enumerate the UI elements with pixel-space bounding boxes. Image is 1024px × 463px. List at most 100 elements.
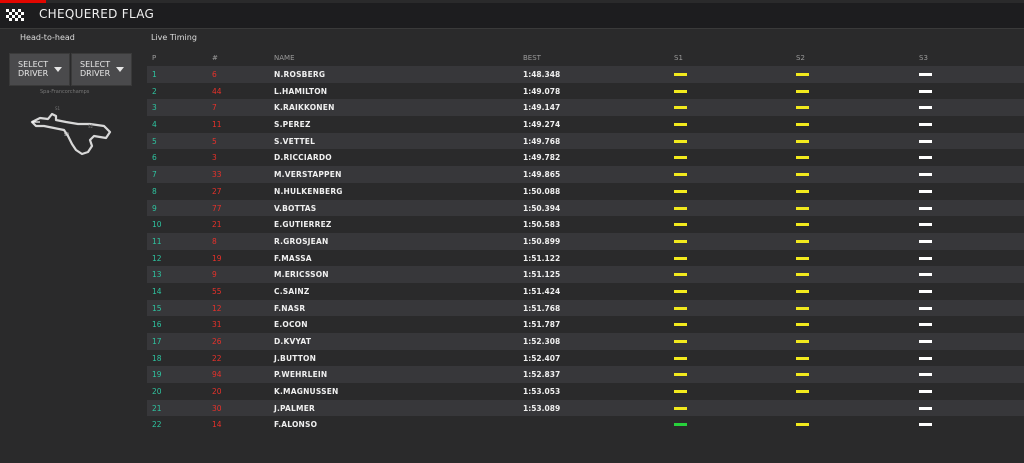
left-panel: Head-to-head SELECT DRIVER SELECT DRIVER… xyxy=(0,30,140,463)
table-row[interactable]: 1 6 N.ROSBERG 1:48.348 xyxy=(147,66,1024,83)
table-row[interactable]: 12 19 F.MASSA 1:51.122 xyxy=(147,249,1024,267)
row-driver-name: P.WEHRLEIN xyxy=(274,370,328,380)
sector-s3-indicator xyxy=(919,139,932,143)
sector-s3-indicator xyxy=(919,306,932,310)
sector-s3-indicator xyxy=(919,390,932,394)
sector-s1-indicator xyxy=(674,256,687,260)
table-row[interactable]: 4 11 S.PEREZ 1:49.274 xyxy=(147,116,1024,133)
sector-s1-indicator xyxy=(674,73,687,76)
sector-s2-indicator xyxy=(796,189,809,193)
chevron-down-icon xyxy=(54,67,62,72)
row-number: 33 xyxy=(212,170,222,180)
table-row[interactable]: 22 14 F.ALONSO xyxy=(147,416,1024,434)
table-row[interactable]: 21 30 J.PALMER 1:53.089 xyxy=(147,399,1024,417)
sector-s2-indicator xyxy=(796,73,809,76)
row-best-time: 1:51.424 xyxy=(523,286,561,296)
row-position: 3 xyxy=(152,103,157,113)
row-best-time: 1:48.348 xyxy=(523,70,561,79)
row-position: 22 xyxy=(152,420,162,430)
table-row[interactable]: 19 94 P.WEHRLEIN 1:52.837 xyxy=(147,366,1024,384)
table-row[interactable]: 3 7 K.RAIKKONEN 1:49.147 xyxy=(147,99,1024,117)
sector-s2-indicator xyxy=(796,289,809,293)
track-label-s2: S2 xyxy=(88,124,94,129)
select-driver-1-label: SELECT DRIVER xyxy=(18,60,49,78)
table-row[interactable]: 8 27 N.HULKENBERG 1:50.088 xyxy=(147,182,1024,200)
row-number: 8 xyxy=(212,236,217,246)
row-best-time: 1:53.053 xyxy=(523,387,561,397)
row-number: 5 xyxy=(212,136,217,146)
sector-s2-indicator xyxy=(796,356,809,360)
head-to-head-label: Head-to-head xyxy=(20,33,75,42)
row-best-time: 1:50.899 xyxy=(523,236,561,246)
table-row[interactable]: 14 55 C.SAINZ 1:51.424 xyxy=(147,282,1024,300)
table-row[interactable]: 10 21 E.GUTIERREZ 1:50.583 xyxy=(147,216,1024,233)
row-driver-name: J.BUTTON xyxy=(274,353,317,363)
row-number: 27 xyxy=(212,186,222,196)
sector-s1-indicator xyxy=(674,356,687,360)
table-row[interactable]: 2 44 L.HAMILTON 1:49.078 xyxy=(147,82,1024,100)
sector-s1-indicator xyxy=(674,273,687,277)
table-row[interactable]: 15 12 F.NASR 1:51.768 xyxy=(147,299,1024,317)
sector-s3-indicator xyxy=(919,73,932,76)
row-driver-name: K.MAGNUSSEN xyxy=(274,387,339,397)
table-row[interactable]: 5 5 S.VETTEL 1:49.768 xyxy=(147,132,1024,150)
table-row[interactable]: 17 26 D.KVYAT 1:52.308 xyxy=(147,333,1024,350)
table-row[interactable]: 11 8 R.GROSJEAN 1:50.899 xyxy=(147,232,1024,250)
row-position: 13 xyxy=(152,270,162,280)
table-row[interactable]: 20 20 K.MAGNUSSEN 1:53.053 xyxy=(147,383,1024,400)
track-label-s1: S1 xyxy=(55,106,61,111)
row-driver-name: F.MASSA xyxy=(274,253,312,263)
header-s2: S2 xyxy=(796,54,805,62)
chevron-down-icon xyxy=(116,67,124,72)
sector-s3-indicator xyxy=(919,123,932,127)
select-driver-2-button[interactable]: SELECT DRIVER xyxy=(71,53,132,86)
sector-s1-indicator xyxy=(674,390,687,394)
row-number: 6 xyxy=(212,70,217,79)
row-best-time: 1:53.089 xyxy=(523,403,561,413)
sector-s1-indicator xyxy=(674,89,687,93)
row-best-time: 1:51.787 xyxy=(523,320,561,330)
sector-s3-indicator xyxy=(919,156,932,160)
row-position: 4 xyxy=(152,120,157,130)
row-driver-name: D.KVYAT xyxy=(274,337,312,346)
sector-s3-indicator xyxy=(919,340,932,343)
sector-s3-indicator xyxy=(919,106,932,110)
sector-s2-indicator xyxy=(796,273,809,277)
table-body: 1 6 N.ROSBERG 1:48.348 2 44 L.HAMILTON 1:49.078… xyxy=(147,66,1024,434)
table-row[interactable]: 6 3 D.RICCIARDO 1:49.782 xyxy=(147,149,1024,167)
header-number: # xyxy=(212,54,218,62)
row-driver-name: M.ERICSSON xyxy=(274,270,329,280)
sector-s2-indicator xyxy=(796,89,809,93)
chequered-flag-icon xyxy=(6,9,24,21)
sector-s3-indicator xyxy=(919,289,932,293)
sector-s2-indicator xyxy=(796,173,809,177)
row-position: 8 xyxy=(152,186,157,196)
table-row[interactable]: 13 9 M.ERICSSON 1:51.125 xyxy=(147,266,1024,283)
row-driver-name: E.GUTIERREZ xyxy=(274,220,332,230)
select-driver-1-button[interactable]: SELECT DRIVER xyxy=(9,53,70,86)
table-row[interactable]: 18 22 J.BUTTON 1:52.407 xyxy=(147,349,1024,367)
table-header: P # NAME BEST S1 S2 S3 xyxy=(147,50,1024,66)
row-driver-name: S.PEREZ xyxy=(274,120,311,130)
table-row[interactable]: 16 31 E.OCON 1:51.787 xyxy=(147,316,1024,333)
sector-s2-indicator xyxy=(796,239,809,243)
row-driver-name: M.VERSTAPPEN xyxy=(274,170,342,180)
table-row[interactable]: 7 33 M.VERSTAPPEN 1:49.865 xyxy=(147,166,1024,183)
row-driver-name: J.PALMER xyxy=(274,403,315,413)
table-row[interactable]: 9 77 V.BOTTAS 1:50.394 xyxy=(147,199,1024,217)
row-number: 55 xyxy=(212,286,222,296)
sector-s1-indicator xyxy=(674,189,687,193)
row-position: 10 xyxy=(152,220,162,230)
row-position: 2 xyxy=(152,86,157,96)
sector-s1-indicator xyxy=(674,139,687,143)
row-position: 9 xyxy=(152,203,157,213)
sector-s1-indicator xyxy=(674,323,687,327)
sector-s3-indicator xyxy=(919,239,932,243)
row-number: 21 xyxy=(212,220,222,230)
header-s1: S1 xyxy=(674,54,683,62)
sector-s3-indicator xyxy=(919,173,932,177)
app-title: CHEQUERED FLAG xyxy=(39,7,155,21)
row-position: 17 xyxy=(152,337,162,346)
row-best-time: 1:49.147 xyxy=(523,103,561,113)
timing-table: P # NAME BEST S1 S2 S3 1 6 N.ROSBERG 1:48.3… xyxy=(147,50,1024,434)
